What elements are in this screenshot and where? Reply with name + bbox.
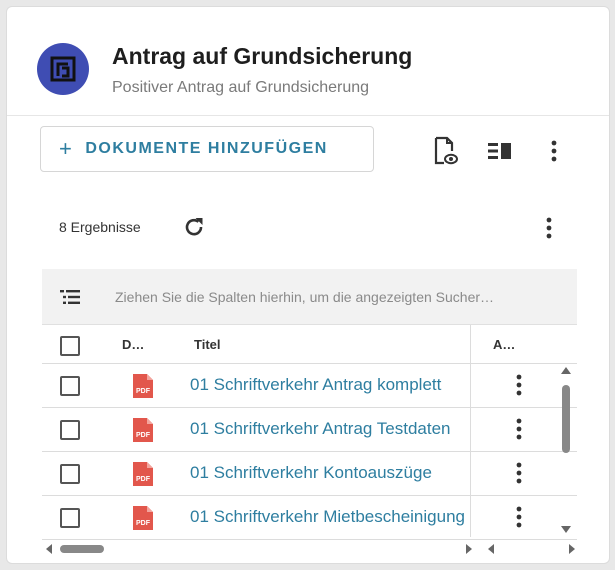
select-all-checkbox[interactable] [60, 336, 80, 356]
more-vertical-icon [516, 506, 522, 528]
scroll-down-arrow-icon[interactable] [561, 526, 571, 533]
row-menu-button[interactable] [516, 374, 522, 401]
table-row[interactable]: PDF 01 Schriftverkehr Kontoauszüge [42, 452, 577, 496]
column-header-document[interactable]: D… [122, 337, 144, 352]
row-menu-button[interactable] [516, 462, 522, 489]
more-vertical-icon [551, 140, 557, 162]
scroll-right-arrow-icon[interactable] [569, 544, 575, 554]
horizontal-scroll-thumb[interactable] [60, 545, 104, 553]
toolbar-menu-button[interactable] [539, 135, 569, 167]
row-menu-button[interactable] [516, 418, 522, 445]
avatar [37, 43, 89, 95]
group-by-bar[interactable]: Ziehen Sie die Spalten hierhin, um die a… [42, 269, 577, 325]
svg-text:PDF: PDF [136, 476, 151, 483]
scroll-right-arrow-icon[interactable] [466, 544, 472, 554]
document-preview-button[interactable] [431, 135, 461, 167]
horizontal-scrollbar[interactable] [42, 539, 577, 559]
pdf-icon: PDF [132, 417, 154, 448]
card-header: Antrag auf Grundsicherung Positiver Antr… [7, 7, 609, 116]
group-by-placeholder: Ziehen Sie die Spalten hierhin, um die a… [115, 289, 495, 305]
column-panel-icon [488, 143, 511, 159]
pdf-icon: PDF [132, 373, 154, 404]
table-row[interactable]: PDF 01 Schriftverkehr Antrag Testdaten [42, 408, 577, 452]
column-header-title[interactable]: Titel [194, 337, 221, 352]
results-menu-button[interactable] [534, 212, 564, 244]
more-vertical-icon [516, 374, 522, 396]
scroll-up-arrow-icon[interactable] [561, 367, 571, 374]
row-checkbox[interactable] [60, 464, 80, 484]
column-panel-button[interactable] [485, 137, 515, 165]
results-count: 8 Ergebnisse [59, 219, 141, 235]
page-title: Antrag auf Grundsicherung [112, 43, 413, 69]
svg-text:PDF: PDF [136, 388, 151, 395]
pdf-icon: PDF [132, 505, 154, 536]
vertical-scrollbar[interactable] [555, 363, 577, 539]
row-checkbox[interactable] [60, 376, 80, 396]
svg-text:PDF: PDF [136, 520, 151, 527]
row-checkbox[interactable] [60, 508, 80, 528]
table-row[interactable]: PDF 01 Schriftverkehr Mietbescheinigung [42, 496, 577, 540]
document-preview-icon [434, 136, 458, 165]
page-subtitle: Positiver Antrag auf Grundsicherung [112, 79, 370, 96]
document-title-link[interactable]: 01 Schriftverkehr Kontoauszüge [190, 463, 470, 483]
row-checkbox[interactable] [60, 420, 80, 440]
document-title-link[interactable]: 01 Schriftverkehr Mietbescheinigung [190, 507, 470, 527]
add-documents-button[interactable]: + DOKUMENTE HINZUFÜGEN [40, 126, 374, 172]
document-frame-icon [50, 56, 76, 82]
svg-text:PDF: PDF [136, 432, 151, 439]
documents-grid: Ziehen Sie die Spalten hierhin, um die a… [42, 269, 577, 559]
scroll-left-arrow-icon[interactable] [46, 544, 52, 554]
vertical-scroll-thumb[interactable] [562, 385, 570, 453]
row-menu-button[interactable] [516, 506, 522, 533]
table-row[interactable]: PDF 01 Schriftverkehr Antrag komplett [42, 364, 577, 408]
more-vertical-icon [516, 462, 522, 484]
more-vertical-icon [546, 217, 552, 239]
more-vertical-icon [516, 418, 522, 440]
document-title-link[interactable]: 01 Schriftverkehr Antrag komplett [190, 375, 470, 395]
pdf-icon: PDF [132, 461, 154, 492]
scroll-left-arrow-icon[interactable] [488, 544, 494, 554]
column-header-actions[interactable]: A… [493, 337, 515, 352]
add-documents-label: DOKUMENTE HINZUFÜGEN [85, 140, 328, 157]
refresh-icon [185, 218, 203, 236]
group-list-icon [59, 289, 81, 310]
column-header-row: D… Titel A… [42, 325, 577, 364]
document-title-link[interactable]: 01 Schriftverkehr Antrag Testdaten [190, 419, 470, 439]
plus-icon: + [59, 136, 74, 161]
document-card: Antrag auf Grundsicherung Positiver Antr… [6, 6, 610, 564]
refresh-button[interactable] [179, 212, 209, 242]
